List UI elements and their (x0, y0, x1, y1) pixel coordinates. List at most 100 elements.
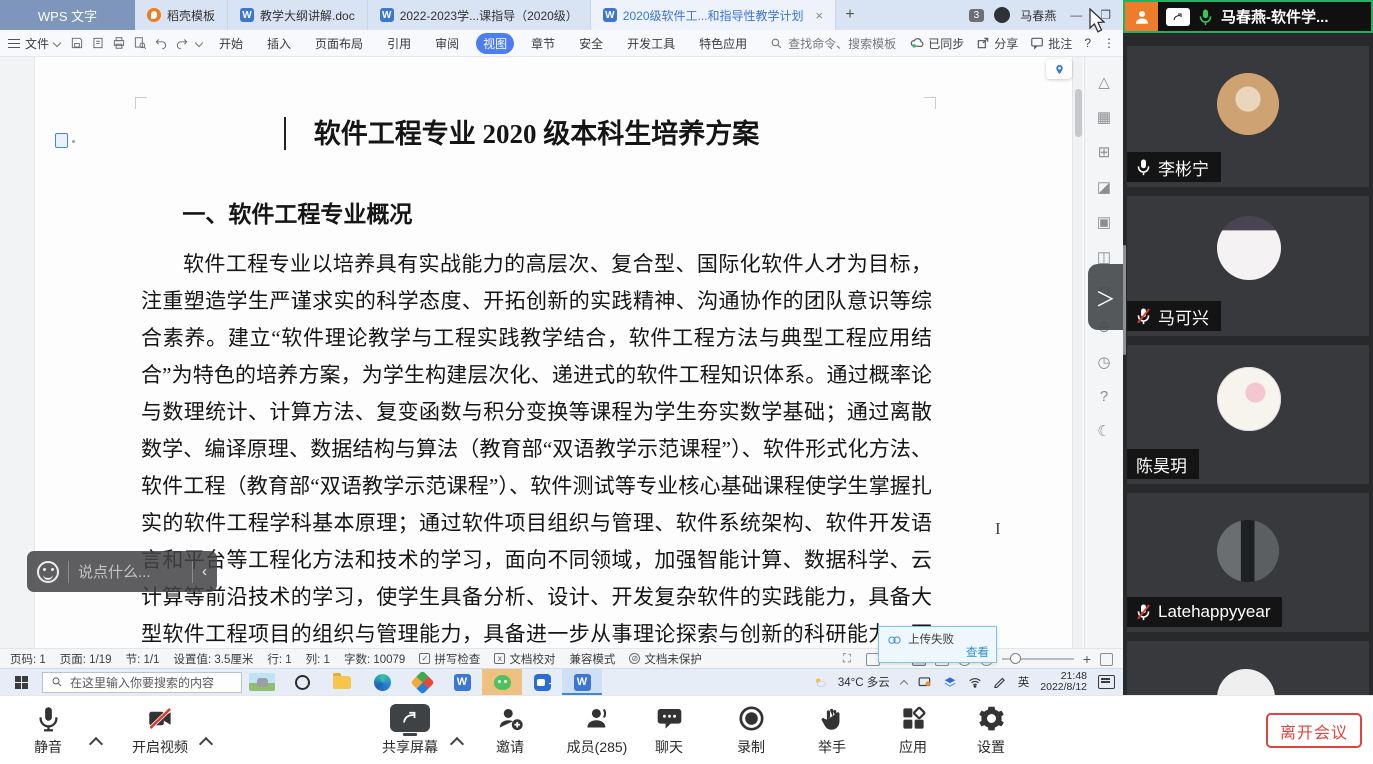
command-search-input[interactable]: 查找命令、搜索模板 (770, 35, 896, 52)
redo-icon[interactable] (175, 36, 189, 50)
save-icon[interactable] (70, 36, 84, 50)
video-options-chevron[interactable] (200, 735, 212, 747)
fullscreen-view-icon[interactable]: ⛶ (843, 653, 857, 666)
start-button[interactable] (0, 669, 42, 695)
cloud-sync-status[interactable]: 已同步 (910, 35, 964, 52)
history-tool-icon[interactable]: ◷ (1097, 353, 1110, 371)
participant-tile[interactable]: 陈昊玥 (1127, 345, 1369, 484)
chart-tool-icon[interactable]: ◪ (1097, 178, 1111, 196)
mute-options-chevron[interactable] (90, 735, 102, 747)
participant-tile[interactable]: 李彬宁 (1127, 46, 1369, 187)
action-center-icon[interactable] (1098, 675, 1115, 689)
ime-indicator[interactable]: 英 (1018, 674, 1030, 690)
account-name[interactable]: 马春燕 (1020, 7, 1056, 24)
more-options-icon[interactable]: ⋮ (1103, 36, 1115, 50)
leave-meeting-button[interactable]: 离开会议 (1266, 713, 1362, 748)
participant-tile-partial[interactable] (1127, 641, 1369, 695)
emoji-icon[interactable] (37, 561, 59, 583)
output-icon[interactable] (91, 36, 105, 50)
share-button[interactable]: 分享 (976, 35, 1018, 52)
video-panel-expand-handle[interactable]: ＞ (1088, 264, 1123, 330)
proofread-toggle[interactable]: x文档校对 (494, 651, 555, 667)
menu-security[interactable]: 安全 (572, 33, 610, 54)
raise-hand-button[interactable]: 举手 (787, 703, 877, 757)
night-mode-tool-icon[interactable]: ☾ (1097, 422, 1110, 440)
status-word-count[interactable]: 字数: 10079 (344, 651, 405, 667)
comment-button[interactable]: 批注 (1030, 35, 1072, 52)
undo-icon[interactable] (154, 36, 168, 50)
presenter-banner[interactable]: 马春燕-软件学... (1123, 0, 1373, 33)
account-avatar[interactable] (994, 7, 1010, 23)
tab-doc-active[interactable]: W 2020级软件工...和指导性教学计划 × (591, 0, 836, 30)
wifi-icon[interactable] (968, 676, 982, 688)
chat-input-placeholder[interactable]: 说点什么... (78, 561, 183, 582)
taskbar-search-input[interactable]: 在这里输入你要搜索的内容 (42, 672, 242, 693)
collapse-chat-icon[interactable]: ‹ (202, 563, 207, 580)
menu-home[interactable]: 开始 (212, 33, 250, 54)
file-menu[interactable]: 文件 (8, 35, 60, 52)
record-button[interactable]: 录制 (706, 703, 796, 757)
taskbar-file-explorer[interactable] (322, 669, 362, 695)
menu-review[interactable]: 审阅 (428, 33, 466, 54)
taskbar-wps-doc-active[interactable]: W (562, 669, 602, 695)
taskbar-edge[interactable] (362, 669, 402, 695)
taskbar-pictures-app[interactable] (242, 669, 282, 695)
quick-chat-bar[interactable]: 说点什么... ‹ (27, 551, 217, 592)
apps-button[interactable]: 应用 (868, 703, 958, 757)
weather-text[interactable]: 34°C 多云 (838, 674, 890, 690)
window-count-badge[interactable]: 3 (969, 9, 985, 22)
menu-special-apps[interactable]: 特色应用 (692, 33, 754, 54)
invite-button[interactable]: 邀请 (465, 703, 555, 757)
share-screen-button[interactable]: 共享屏幕 (365, 703, 455, 757)
spellcheck-toggle[interactable]: ✓拼写检查 (419, 651, 480, 667)
vertical-scrollbar[interactable] (1072, 57, 1083, 648)
help-tool-icon[interactable]: ? (1100, 388, 1108, 405)
tab-doc-2[interactable]: W 2022-2023学...课指导（2020级） (368, 0, 591, 30)
menu-page-layout[interactable]: 页面布局 (308, 33, 370, 54)
minimize-button[interactable]: — (1066, 8, 1086, 22)
close-tab-icon[interactable]: × (816, 8, 824, 23)
new-tab-button[interactable]: + (836, 0, 864, 30)
tab-docer-templates[interactable]: 稻壳模板 (135, 0, 228, 30)
menu-insert[interactable]: 插入 (260, 33, 298, 54)
apps-tool-icon[interactable]: ⊞ (1098, 143, 1111, 161)
zoom-in-button[interactable]: + (1083, 651, 1091, 667)
start-video-button[interactable]: 开启视频 (115, 703, 205, 757)
pen-tray-icon[interactable] (993, 676, 1007, 688)
participant-tile[interactable]: 马可兴 (1127, 196, 1369, 336)
print-icon[interactable] (112, 36, 126, 50)
pyramid-tool-icon[interactable]: △ (1098, 73, 1110, 91)
location-pin-badge[interactable] (1046, 59, 1072, 79)
comment-marker-icon[interactable] (55, 133, 68, 148)
wps-app-tab[interactable]: WPS 文字 (0, 0, 135, 30)
preview-icon[interactable] (133, 36, 147, 50)
menu-references[interactable]: 引用 (380, 33, 418, 54)
document-canvas[interactable]: 软件工程专业 2020 级本科生培养方案 一、软件工程专业概况 软件工程专业以培… (0, 57, 1123, 648)
protection-status[interactable]: ⊘文档未保护 (629, 651, 702, 667)
chevron-down-icon[interactable] (195, 39, 203, 47)
taskbar-wechat[interactable] (482, 669, 522, 695)
settings-button[interactable]: 设置 (946, 703, 1036, 757)
help-button[interactable]: ? (1084, 36, 1091, 50)
tab-doc-1[interactable]: W 教学大纲讲解.doc (228, 0, 368, 30)
taskbar-meeting-app[interactable] (522, 669, 562, 695)
menu-view[interactable]: 视图 (476, 33, 514, 54)
fit-page-icon[interactable] (1100, 653, 1113, 666)
mute-button[interactable]: 静音 (3, 703, 93, 757)
stack-tray-icon[interactable] (943, 676, 957, 688)
table-tool-icon[interactable]: ▦ (1097, 108, 1111, 126)
taskbar-clock[interactable]: 21:48 2022/8/12 (1040, 671, 1087, 693)
taskbar-wps-office[interactable] (402, 669, 442, 695)
screen-share-tray-icon[interactable] (918, 676, 932, 688)
menu-devtools[interactable]: 开发工具 (620, 33, 682, 54)
zoom-slider[interactable] (1002, 658, 1074, 660)
image-stack-tool-icon[interactable]: ▣ (1097, 213, 1111, 231)
view-link[interactable]: 查看 (966, 644, 989, 660)
scrollbar-thumb[interactable] (1075, 89, 1082, 137)
menu-section[interactable]: 章节 (524, 33, 562, 54)
taskbar-cortana[interactable] (282, 669, 322, 695)
taskbar-wps-writer[interactable]: W (442, 669, 482, 695)
panel-resize-grip[interactable] (1123, 245, 1126, 355)
zoom-slider-knob[interactable] (1010, 653, 1021, 664)
tray-expand-icon[interactable] (900, 680, 908, 688)
